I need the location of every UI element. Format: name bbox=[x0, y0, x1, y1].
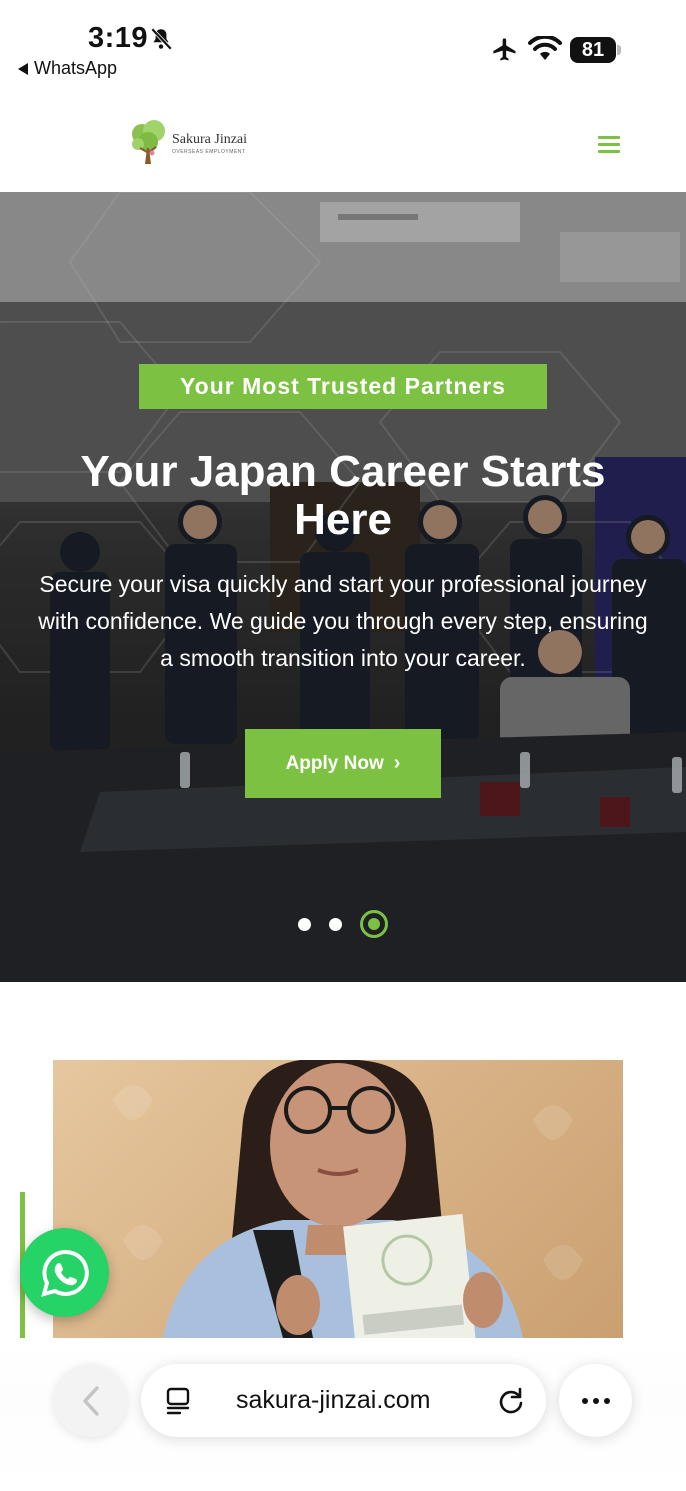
slide-dot-1[interactable] bbox=[298, 917, 311, 931]
hero-title: Your Japan Career Starts Here bbox=[80, 447, 606, 544]
more-dots-icon[interactable] bbox=[559, 1364, 632, 1437]
browser-back-button[interactable] bbox=[54, 1364, 127, 1437]
battery-cap bbox=[617, 45, 621, 55]
slide-dot-2[interactable] bbox=[329, 917, 342, 931]
whatsapp-chat-button[interactable] bbox=[20, 1228, 109, 1317]
hero-tagline: Your Most Trusted Partners bbox=[139, 364, 547, 409]
bell-slash-icon bbox=[150, 27, 173, 51]
site-header: Sakura Jinzai OVERSEAS EMPLOYMENT bbox=[0, 92, 686, 192]
battery-icon: 81 bbox=[570, 37, 616, 63]
clock: 3:19 bbox=[88, 22, 149, 54]
site-logo[interactable]: Sakura Jinzai OVERSEAS EMPLOYMENT bbox=[128, 118, 247, 168]
airplane-icon bbox=[493, 38, 516, 61]
back-triangle-icon bbox=[18, 62, 28, 75]
apply-now-label: Apply Now bbox=[285, 752, 384, 774]
logo-name: Sakura Jinzai bbox=[172, 131, 248, 147]
woman-with-passport-image bbox=[113, 1060, 583, 1338]
feature-image bbox=[53, 1060, 623, 1338]
url-text: sakura-jinzai.com bbox=[236, 1386, 431, 1414]
wifi-icon bbox=[528, 36, 562, 60]
hero-description: Secure your visa quickly and start your … bbox=[38, 571, 648, 671]
apply-now-button[interactable]: Apply Now › bbox=[245, 729, 441, 798]
address-bar[interactable]: sakura-jinzai.com bbox=[141, 1364, 546, 1437]
battery-level: 81 bbox=[581, 38, 605, 61]
back-app-label: WhatsApp bbox=[34, 58, 118, 78]
back-to-app-link[interactable]: WhatsApp bbox=[18, 58, 117, 79]
logo-tagline: OVERSEAS EMPLOYMENT bbox=[172, 148, 246, 155]
hamburger-menu-icon[interactable] bbox=[598, 136, 620, 154]
status-bar: 3:19 WhatsApp 81 bbox=[0, 0, 686, 92]
reload-icon[interactable] bbox=[497, 1387, 525, 1415]
tree-logo-icon bbox=[132, 120, 165, 164]
browser-toolbar: sakura-jinzai.com bbox=[0, 1338, 686, 1491]
slide-dot-3-active[interactable] bbox=[360, 910, 388, 938]
hero-slider: Your Most Trusted Partners Your Japan Ca… bbox=[0, 192, 686, 982]
chevron-left-icon bbox=[82, 1385, 99, 1416]
slider-pagination bbox=[0, 910, 686, 938]
page-menu-icon[interactable] bbox=[165, 1387, 191, 1415]
chevron-right-icon: › bbox=[393, 752, 401, 774]
whatsapp-icon bbox=[40, 1249, 89, 1297]
